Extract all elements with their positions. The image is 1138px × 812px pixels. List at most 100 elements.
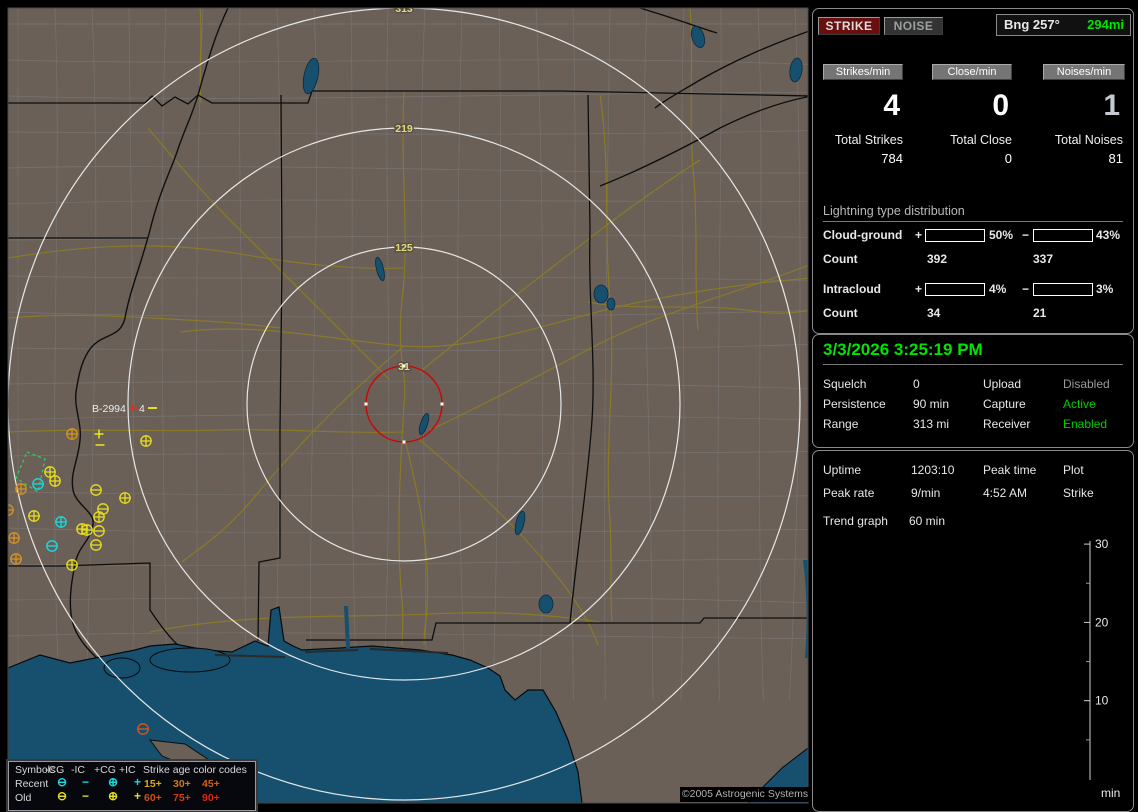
squelch-label: Squelch: [823, 377, 866, 391]
count-label: Count: [823, 252, 858, 266]
peak-rate-label: Peak rate: [823, 486, 874, 500]
total-close-value: 0: [932, 151, 1012, 166]
capture-value: Active: [1063, 397, 1096, 411]
legend-text: 75+: [173, 792, 191, 804]
range-label: Range: [823, 417, 858, 431]
strike-symbol: [9, 533, 19, 543]
plot-label: Plot: [1063, 463, 1084, 477]
counters-panel: STRIKE NOISE Bng 257° 294mi Strikes/min …: [812, 8, 1134, 334]
peak-rate-value: 9/min: [911, 486, 940, 500]
cg-minus-bar: [1033, 229, 1093, 242]
legend-text: Strike age color codes: [143, 764, 247, 776]
lightning-map[interactable]: 31321912531 B-29944: [0, 0, 812, 812]
cg-count-row: Count 392 337: [813, 252, 1133, 266]
strike-mode-button[interactable]: STRIKE: [818, 17, 880, 35]
total-strikes-value: 784: [823, 151, 903, 166]
legend-text: ⊕: [108, 790, 118, 802]
receiver-label: Receiver: [983, 417, 1030, 431]
distribution-title: Lightning type distribution: [823, 204, 1123, 222]
trend-chart: 3020106050403020100min: [815, 535, 1131, 807]
ic-plus-count: 34: [927, 306, 940, 320]
legend-text: ⊖: [57, 790, 67, 802]
strikes-rate-value: 4: [823, 89, 901, 123]
legend-text: ⊕: [108, 776, 118, 788]
intracloud-row: Intracloud + 4% − 3%: [813, 282, 1133, 296]
datetime-display: 3/3/2026 3:25:19 PM: [823, 340, 1123, 365]
cg-minus-count: 337: [1033, 252, 1053, 266]
noises-per-min-label: Noises/min: [1043, 64, 1125, 80]
minus-sign: −: [1022, 282, 1029, 296]
storm-cell-id: B-2994: [92, 403, 126, 415]
strike-symbol: [67, 429, 77, 439]
status-row: Persistence 90 min Capture Active: [813, 397, 1133, 413]
peak-time-value: 4:52 AM: [983, 486, 1027, 500]
legend-text: ⊖: [57, 776, 67, 788]
copyright-text: ©2005 Astrogenic Systems: [680, 787, 810, 802]
legend-text: 15+: [144, 778, 162, 790]
strike-symbol: [67, 560, 77, 570]
legend-text: 30+: [173, 778, 191, 790]
trend-graph-label: Trend graph: [823, 514, 888, 528]
peak-rate-row: Peak rate 9/min 4:52 AM Strike: [813, 486, 1133, 502]
storm-cell-count: 4: [139, 403, 145, 415]
intracloud-label: Intracloud: [823, 282, 881, 296]
strike-symbol: [16, 484, 26, 494]
trend-y-label: 30: [1095, 537, 1109, 551]
close-rate-value: 0: [932, 89, 1010, 123]
legend-text: 90+: [202, 792, 220, 804]
legend-text: Old: [15, 792, 31, 804]
receiver-value: Enabled: [1063, 417, 1107, 431]
strike-symbol: [141, 436, 151, 446]
trend-y-label: 10: [1095, 694, 1109, 708]
plot-type-value: Strike: [1063, 486, 1094, 500]
ic-minus-pct: 3%: [1096, 282, 1113, 296]
strike-symbol: [50, 476, 60, 486]
peak-time-label: Peak time: [983, 463, 1036, 477]
uptime-row: Uptime 1203:10 Peak time Plot: [813, 463, 1133, 479]
upload-value: Disabled: [1063, 377, 1110, 391]
noise-mode-button[interactable]: NOISE: [884, 17, 943, 35]
strike-symbol: [120, 493, 130, 503]
total-noises-value: 81: [1043, 151, 1123, 166]
strike-symbol: [56, 517, 66, 527]
total-strikes-label: Total Strikes: [823, 133, 903, 147]
cg-plus-bar: [925, 229, 985, 242]
bearing-readout: Bng 257° 294mi: [996, 14, 1131, 36]
persistence-value: 90 min: [913, 397, 949, 411]
total-close-label: Total Close: [932, 133, 1012, 147]
trend-panel: Uptime 1203:10 Peak time Plot Peak rate …: [812, 450, 1134, 812]
persistence-label: Persistence: [823, 397, 886, 411]
strike-symbol: [29, 511, 39, 521]
bearing-distance: 294mi: [1087, 15, 1124, 35]
count-label: Count: [823, 306, 858, 320]
ic-count-row: Count 34 21: [813, 306, 1133, 320]
trend-x-unit: min: [1101, 786, 1120, 800]
symbols-legend: Symbols-CG-IC+CG+ICStrike age color code…: [8, 761, 256, 811]
close-per-min-label: Close/min: [932, 64, 1012, 80]
ic-minus-count: 21: [1033, 306, 1046, 320]
plus-sign: +: [915, 228, 922, 242]
legend-text: +: [134, 790, 141, 802]
cg-plus-pct: 50%: [989, 228, 1013, 242]
squelch-value: 0: [913, 377, 920, 391]
strike-symbol: [82, 525, 92, 535]
app-window: 31321912531 B-29944 Symbols-CG-IC+CG+ICS…: [0, 0, 1138, 812]
ring-label-219: 219: [395, 123, 413, 135]
strike-symbol: [11, 554, 21, 564]
trend-graph-row: Trend graph 60 min: [813, 514, 1133, 530]
legend-text: 60+: [144, 792, 162, 804]
trend-y-label: 20: [1095, 615, 1109, 629]
cloud-ground-label: Cloud-ground: [823, 228, 902, 242]
ring-label-313: 313: [395, 3, 413, 15]
strike-symbol: [94, 512, 104, 522]
status-panel: 3/3/2026 3:25:19 PM Squelch 0 Upload Dis…: [812, 334, 1134, 448]
legend-text: Recent: [15, 778, 48, 790]
ic-plus-bar: [925, 283, 985, 296]
uptime-value: 1203:10: [911, 463, 954, 477]
cloud-ground-row: Cloud-ground + 50% − 43%: [813, 228, 1133, 242]
status-row: Range 313 mi Receiver Enabled: [813, 417, 1133, 433]
upload-label: Upload: [983, 377, 1021, 391]
uptime-label: Uptime: [823, 463, 861, 477]
trend-graph-value: 60 min: [909, 514, 945, 528]
ic-minus-bar: [1033, 283, 1093, 296]
